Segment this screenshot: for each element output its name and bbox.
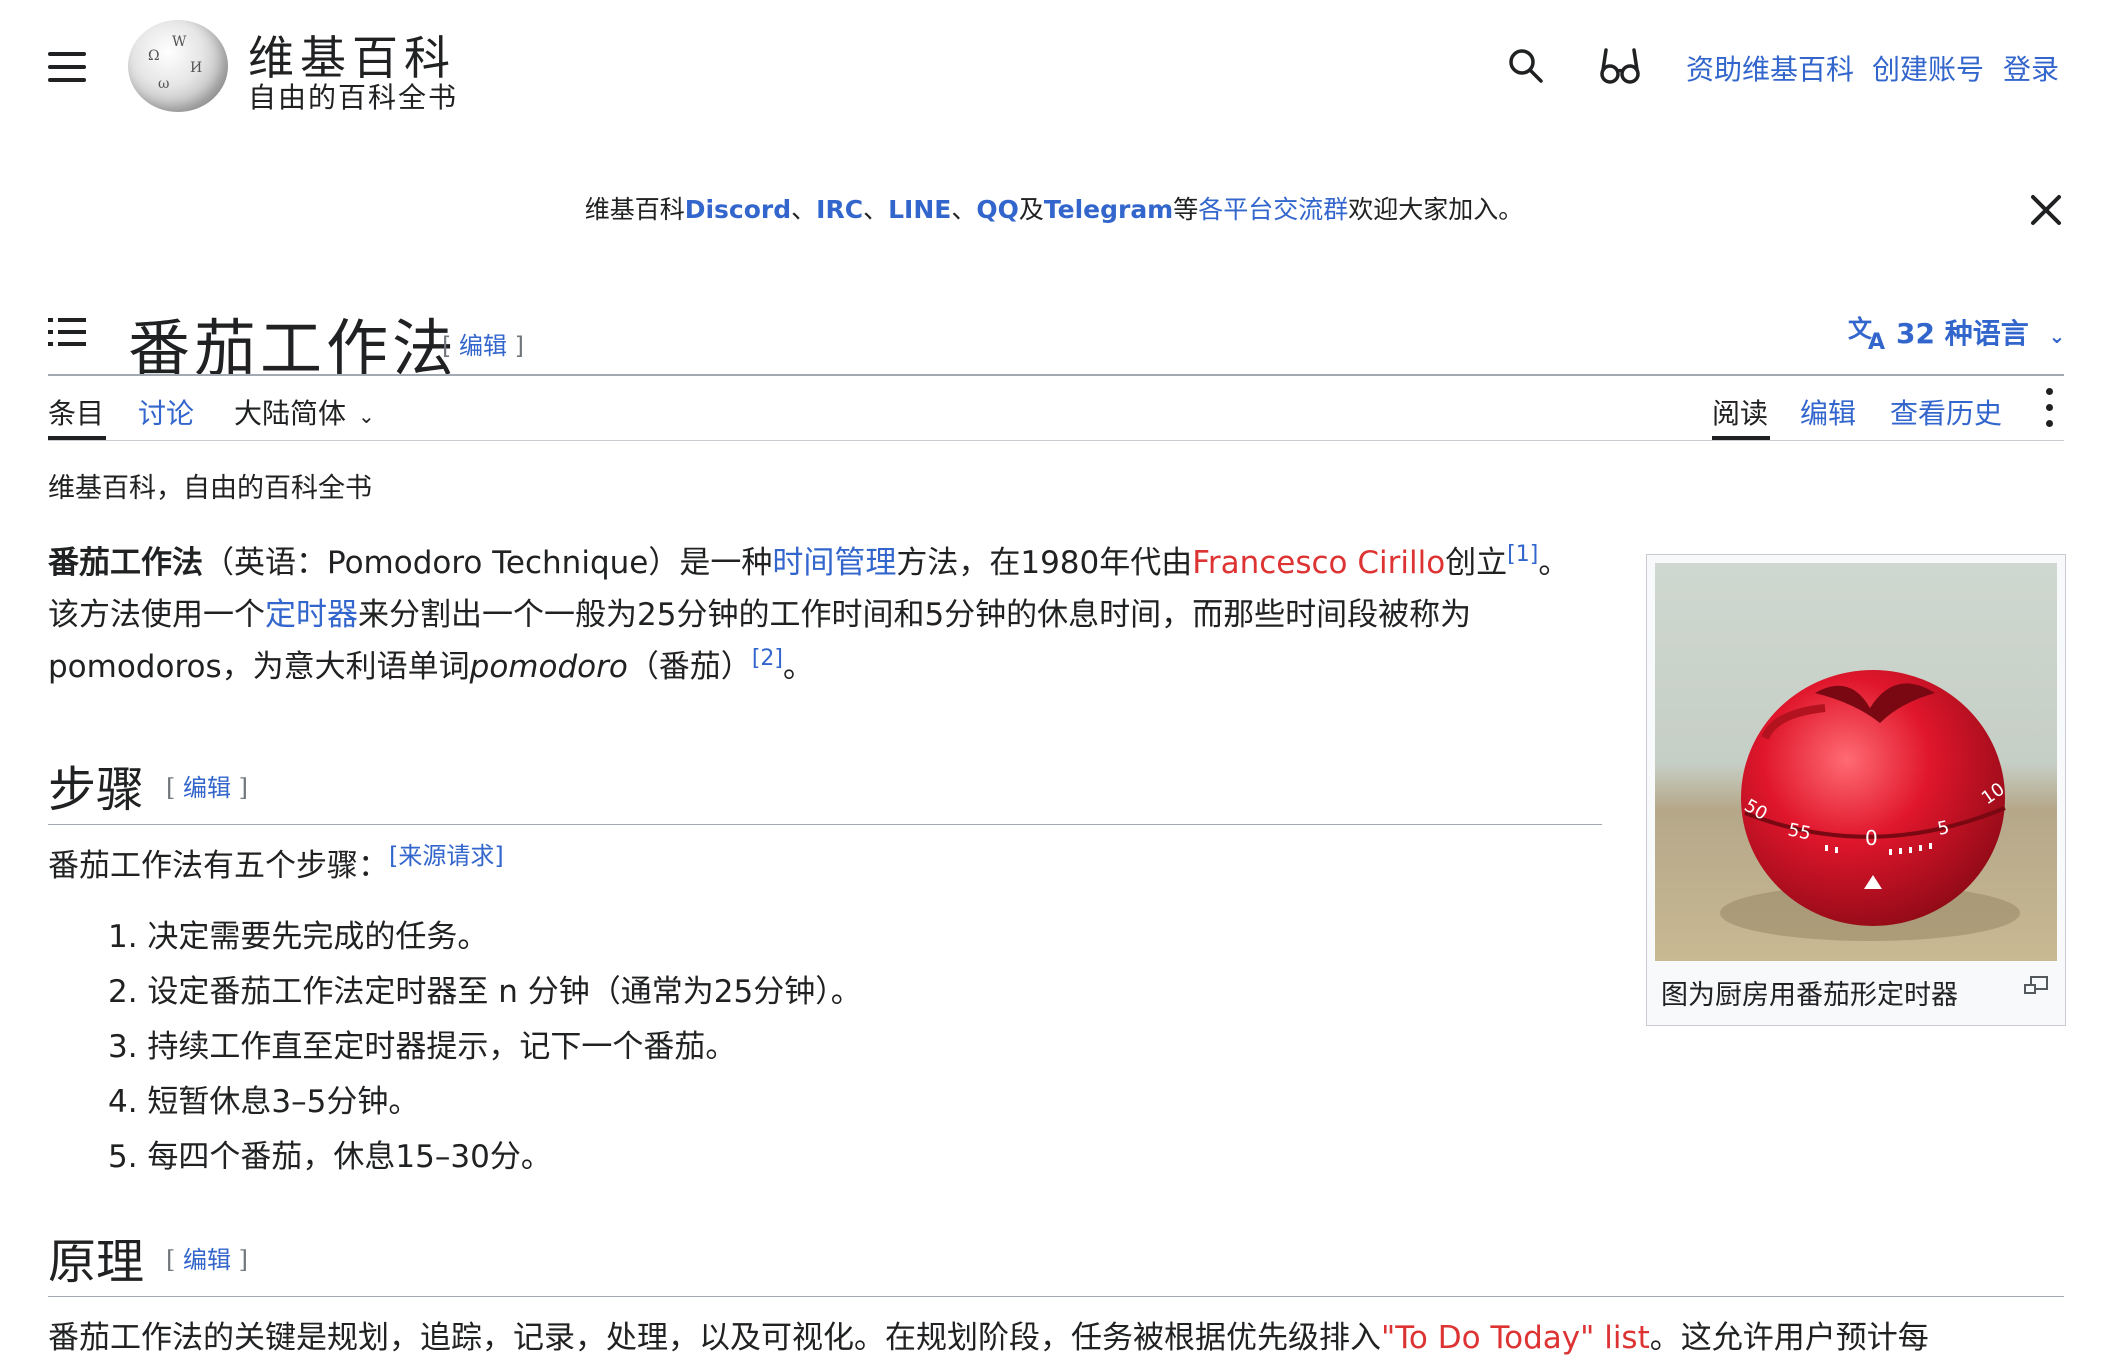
enlarge-icon[interactable] (2023, 975, 2049, 997)
svg-text:A: A (1868, 330, 1885, 351)
list-item: 4. 短暂休息3–5分钟。 (108, 1084, 420, 1120)
principle-text: 番茄工作法的关键是规划，追踪，记录，处理，以及可视化。在规划阶段，任务被根据优先… (48, 1320, 1381, 1356)
thumbnail-figure: 50 55 0 5 10 图为厨房用番茄形定时器 (1646, 554, 2066, 1026)
language-count: 32 种语言 (1896, 317, 2029, 350)
reference-2[interactable]: [2] (752, 646, 783, 671)
chevron-down-icon: ⌄ (2048, 324, 2066, 348)
steps-lead: 番茄工作法有五个步骤：[来源请求] (48, 840, 1594, 892)
tomato-timer-image[interactable]: 50 55 0 5 10 (1655, 563, 2057, 961)
intro-text: 创立 (1445, 545, 1508, 581)
login-link[interactable]: 登录 (2003, 48, 2059, 88)
section-edit: [ 编辑 ] (166, 1246, 249, 1274)
tab-article[interactable]: 条目 (48, 392, 104, 432)
link-francesco-cirillo[interactable]: Francesco Cirillo (1192, 545, 1445, 581)
notice-sep: 、 (791, 195, 817, 224)
donate-link[interactable]: 资助维基百科 (1686, 48, 1854, 88)
link-timer[interactable]: 定时器 (265, 597, 358, 633)
variant-label: 大陆简体 (234, 397, 347, 430)
logo-subtitle: 自由的百科全书 (248, 81, 459, 114)
notice-prefix: 维基百科 (584, 195, 685, 224)
principle-text: 。这允许用户预计每 (1649, 1320, 1929, 1356)
intro-text: （番茄） (627, 649, 752, 685)
list-item: 1. 决定需要先完成的任务。 (108, 919, 489, 955)
section-divider (48, 824, 1602, 825)
tab-talk[interactable]: 讨论 (138, 392, 194, 432)
notice-suffix: 欢迎大家加入。 (1348, 195, 1524, 224)
section-heading-principle: 原理 [ 编辑 ] (48, 1222, 248, 1292)
list-item: 5. 每四个番茄，休息15–30分。 (108, 1139, 552, 1175)
wikipedia-globe-logo[interactable]: Ω W И ω (128, 20, 228, 112)
qq-link[interactable]: QQ (976, 195, 1019, 224)
section-divider (48, 1296, 2064, 1297)
site-tagline: 维基百科，自由的百科全书 (48, 473, 372, 504)
line-link[interactable]: LINE (888, 195, 951, 224)
link-time-management[interactable]: 时间管理 (772, 545, 896, 581)
list-item: 2. 设定番茄工作法定时器至 n 分钟（通常为25分钟）。 (108, 974, 862, 1010)
intro-text: 方法，在1980年代由 (896, 545, 1193, 581)
section-title: 步骤 (48, 762, 145, 818)
intro-italic-term: pomodoro (469, 649, 628, 685)
chevron-down-icon: ⌄ (358, 404, 375, 428)
notice-etc: 等 (1173, 195, 1199, 224)
section-title: 原理 (48, 1234, 145, 1290)
section-edit-link[interactable]: 编辑 (183, 1246, 231, 1274)
site-notice: 维基百科Discord、IRC、LINE、QQ及Telegram等各平台交流群欢… (0, 190, 2108, 226)
intro-text: 。 (782, 649, 814, 685)
reference-1[interactable]: [1] (1507, 542, 1538, 567)
language-button[interactable]: 文 A 32 种语言 ⌄ (1848, 312, 2066, 355)
reading-glasses-icon[interactable] (1598, 44, 1642, 88)
table-of-contents-icon[interactable] (48, 316, 88, 348)
notice-and: 及 (1018, 195, 1044, 224)
notice-sep: 、 (951, 195, 977, 224)
steps-list: 1. 决定需要先完成的任务。 2. 设定番茄工作法定时器至 n 分钟（通常为25… (108, 910, 862, 1185)
main-menu-icon[interactable] (48, 52, 86, 82)
tab-edit[interactable]: 编辑 (1800, 392, 1856, 432)
tab-read[interactable]: 阅读 (1712, 392, 1768, 432)
list-item: 3. 持续工作直至定时器提示，记下一个番茄。 (108, 1029, 737, 1065)
thumbnail-caption: 图为厨房用番茄形定时器 (1661, 980, 1958, 1011)
tab-history[interactable]: 查看历史 (1890, 392, 2002, 432)
principle-paragraph: 番茄工作法的关键是规划，追踪，记录，处理，以及可视化。在规划阶段，任务被根据优先… (48, 1312, 2078, 1364)
link-to-do-today-list[interactable]: "To Do Today" list (1381, 1320, 1650, 1356)
title-edit-section: [ 编辑 ] (442, 332, 524, 360)
translate-icon: 文 A (1848, 315, 1885, 355)
groups-link[interactable]: 各平台交流群 (1198, 195, 1348, 224)
discord-link[interactable]: Discord (685, 195, 791, 224)
steps-lead-text: 番茄工作法有五个步骤： (48, 848, 389, 884)
intro-text: （英语：Pomodoro Technique）是一种 (203, 545, 773, 581)
section-heading-steps: 步骤 [ 编辑 ] (48, 750, 248, 820)
title-divider (48, 374, 2064, 376)
dial-mark: 0 (1865, 826, 1878, 850)
irc-link[interactable]: IRC (816, 195, 863, 224)
tab-variant[interactable]: 大陆简体 ⌄ (234, 392, 375, 432)
tabs-divider (48, 440, 2064, 441)
create-account-link[interactable]: 创建账号 (1872, 48, 1984, 88)
search-icon[interactable] (1508, 48, 1544, 84)
site-header: Ω W И ω 维基百科 自由的百科全书 资助维基百科 创建账号 登录 (0, 0, 2108, 130)
section-edit: [ 编辑 ] (166, 774, 249, 802)
intro-bold-term: 番茄工作法 (48, 545, 203, 581)
tomato-timer-drawing: 50 55 0 5 10 (1720, 670, 2020, 941)
notice-sep: 、 (863, 195, 889, 224)
close-icon[interactable] (2028, 192, 2064, 228)
section-edit-link[interactable]: 编辑 (183, 774, 231, 802)
citation-needed-link[interactable]: [来源请求] (389, 842, 504, 870)
title-edit-link[interactable]: 编辑 (459, 332, 507, 360)
intro-paragraph: 番茄工作法（英语：Pomodoro Technique）是一种时间管理方法，在1… (48, 537, 1594, 693)
telegram-link[interactable]: Telegram (1044, 195, 1173, 224)
more-options-icon[interactable] (2046, 388, 2054, 434)
